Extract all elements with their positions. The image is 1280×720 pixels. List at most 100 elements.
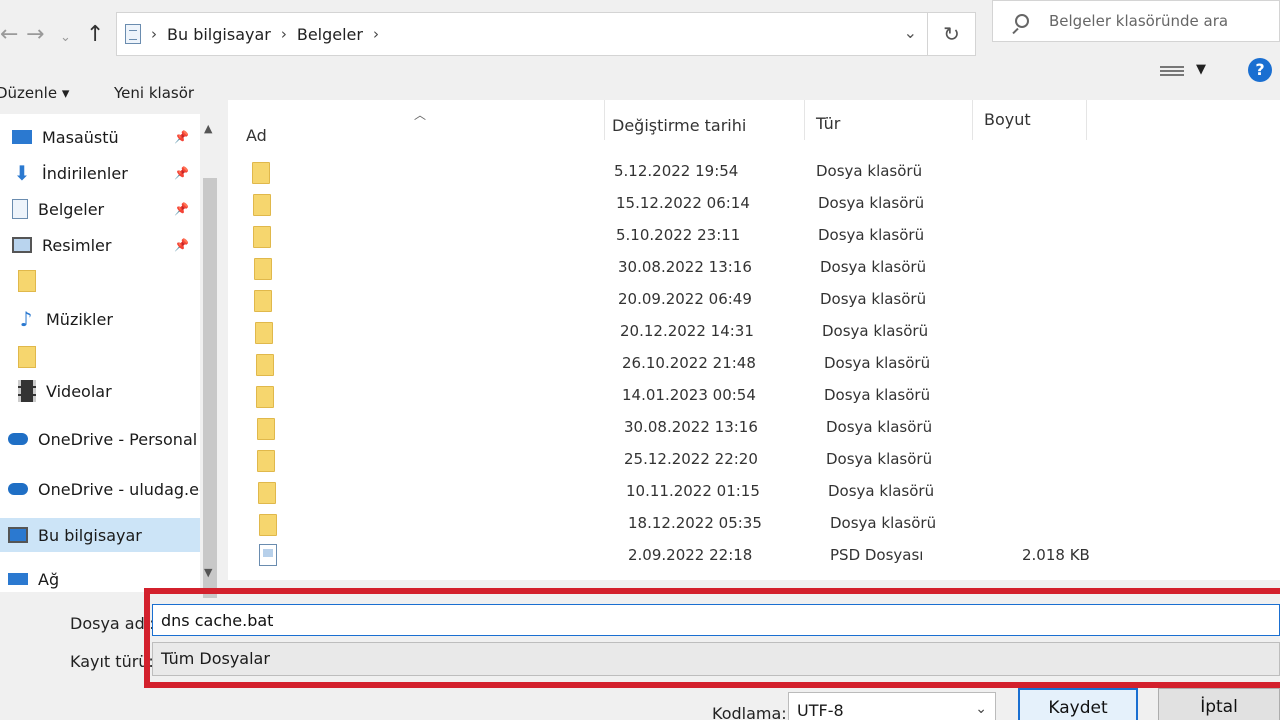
pin-icon[interactable]: 📌 (174, 130, 189, 144)
chevron-right-icon[interactable]: › (373, 25, 379, 43)
nav-item-onedrive-personal[interactable]: OneDrive - Personal (0, 422, 200, 456)
nav-item-folder[interactable] (0, 340, 200, 374)
view-options-icon[interactable] (1160, 64, 1184, 80)
cell-date: 14.01.2023 00:54 (622, 386, 756, 404)
scroll-thumb[interactable] (203, 178, 217, 598)
nav-item-music[interactable]: ♪ Müzikler (0, 302, 200, 336)
nav-item-onedrive-uludag[interactable]: OneDrive - uludag.edu (0, 472, 200, 506)
folder-icon (257, 450, 275, 472)
up-arrow-icon[interactable]: ↑ (86, 22, 104, 47)
cell-type: Dosya klasörü (820, 290, 927, 308)
column-header-size[interactable]: Boyut (984, 110, 1031, 129)
cell-type: Dosya klasörü (818, 226, 925, 244)
breadcrumb-this-pc[interactable]: Bu bilgisayar (167, 25, 271, 44)
search-placeholder: Belgeler klasöründe ara (1049, 12, 1229, 30)
nav-item-this-pc[interactable]: Bu bilgisayar (0, 518, 200, 552)
table-row[interactable]: 2.09.2022 22:18 PSD Dosyası 2.018 KB (228, 540, 1280, 572)
organize-button[interactable]: Düzenle ▾ (0, 84, 69, 102)
cell-date: 30.08.2022 13:16 (618, 258, 752, 276)
folder-icon (18, 346, 36, 368)
pin-icon[interactable]: 📌 (174, 202, 189, 216)
cell-date: 18.12.2022 05:35 (628, 514, 762, 532)
chevron-down-icon: ⌄ (975, 701, 987, 717)
help-icon[interactable]: ? (1248, 58, 1272, 82)
cell-date: 20.09.2022 06:49 (618, 290, 752, 308)
nav-scrollbar[interactable]: ▲ ▼ (200, 114, 220, 598)
cell-type: Dosya klasörü (828, 482, 935, 500)
column-divider (604, 100, 605, 140)
folder-icon (257, 418, 275, 440)
chevron-right-icon: › (151, 25, 157, 43)
cell-date: 20.12.2022 14:31 (620, 322, 754, 340)
new-folder-button[interactable]: Yeni klasör (114, 84, 194, 102)
scroll-up-icon[interactable]: ▲ (204, 122, 212, 135)
folder-icon (259, 514, 277, 536)
table-row[interactable]: 30.08.2022 13:16 Dosya klasörü (228, 252, 1280, 284)
refresh-button[interactable]: ↻ (928, 12, 976, 56)
nav-item-desktop[interactable]: Masaüstü 📌 (0, 120, 200, 154)
table-row[interactable]: 20.09.2022 06:49 Dosya klasörü (228, 284, 1280, 316)
address-bar[interactable]: › Bu bilgisayar › Belgeler › ⌄ (116, 12, 928, 56)
cell-type: Dosya klasörü (822, 322, 929, 340)
cell-type: Dosya klasörü (820, 258, 927, 276)
table-row[interactable]: 25.12.2022 22:20 Dosya klasörü (228, 444, 1280, 476)
pin-icon[interactable]: 📌 (174, 238, 189, 252)
pictures-icon (12, 237, 32, 253)
back-icon[interactable]: ← (0, 22, 18, 47)
search-input[interactable]: Belgeler klasöründe ara (992, 0, 1280, 42)
table-row[interactable]: 10.11.2022 01:15 Dosya klasörü (228, 476, 1280, 508)
document-icon (125, 24, 141, 44)
column-header-name[interactable]: Ad (246, 126, 267, 145)
column-divider (804, 100, 805, 140)
breadcrumb-documents[interactable]: Belgeler (297, 25, 363, 44)
table-row[interactable]: 5.12.2022 19:54 Dosya klasörü (228, 156, 1280, 188)
table-row[interactable]: 15.12.2022 06:14 Dosya klasörü (228, 188, 1280, 220)
music-note-icon: ♪ (19, 307, 33, 331)
nav-item-downloads[interactable]: ⬇ İndirilenler 📌 (0, 156, 200, 190)
encoding-label: Kodlama: (712, 704, 787, 720)
cell-type: PSD Dosyası (830, 546, 924, 564)
folder-icon (253, 194, 271, 216)
cloud-icon (8, 433, 28, 445)
table-row[interactable]: 14.01.2023 00:54 Dosya klasörü (228, 380, 1280, 412)
column-header-type[interactable]: Tür (816, 114, 840, 133)
table-row[interactable]: 26.10.2022 21:48 Dosya klasörü (228, 348, 1280, 380)
nav-item-folder[interactable] (0, 264, 200, 298)
desktop-icon (12, 130, 32, 144)
save-button[interactable]: Kaydet (1018, 688, 1138, 720)
pin-icon[interactable]: 📌 (174, 166, 189, 180)
column-divider (972, 100, 973, 140)
folder-icon (253, 226, 271, 248)
column-header-date[interactable]: Değiştirme tarihi (612, 116, 746, 135)
nav-item-pictures[interactable]: Resimler 📌 (0, 228, 200, 262)
recent-chevron-icon[interactable]: ⌄ (60, 30, 71, 45)
cell-type: Dosya klasörü (830, 514, 937, 532)
cancel-button[interactable]: İptal (1158, 688, 1280, 720)
folder-icon (252, 162, 270, 184)
highlight-box (144, 588, 1280, 688)
chevron-down-icon[interactable]: ⌄ (904, 23, 917, 42)
folder-icon (254, 258, 272, 280)
folder-icon (256, 386, 274, 408)
column-divider (1086, 100, 1087, 140)
cell-type: Dosya klasörü (826, 418, 933, 436)
cell-type: Dosya klasörü (824, 386, 931, 404)
folder-icon (256, 354, 274, 376)
cell-date: 5.12.2022 19:54 (614, 162, 739, 180)
nav-item-videos[interactable]: Videolar (0, 374, 200, 408)
table-row[interactable]: 20.12.2022 14:31 Dosya klasörü (228, 316, 1280, 348)
scroll-down-icon[interactable]: ▼ (204, 566, 212, 579)
table-row[interactable]: 5.10.2022 23:11 Dosya klasörü (228, 220, 1280, 252)
table-row[interactable]: 18.12.2022 05:35 Dosya klasörü (228, 508, 1280, 540)
psd-file-icon (259, 544, 277, 566)
encoding-select[interactable]: UTF-8 ⌄ (788, 692, 996, 720)
nav-item-documents[interactable]: Belgeler 📌 (0, 192, 200, 226)
forward-icon[interactable]: → (26, 22, 44, 47)
document-icon (12, 199, 28, 219)
table-row[interactable]: 30.08.2022 13:16 Dosya klasörü (228, 412, 1280, 444)
cell-type: Dosya klasörü (824, 354, 931, 372)
view-dropdown-icon[interactable]: ▼ (1196, 62, 1206, 77)
folder-icon (18, 270, 36, 292)
cell-type: Dosya klasörü (826, 450, 933, 468)
cell-date: 30.08.2022 13:16 (624, 418, 758, 436)
